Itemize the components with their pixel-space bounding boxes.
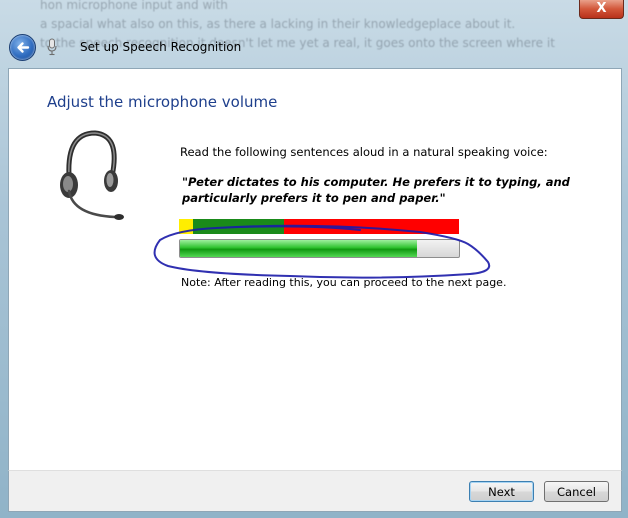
annotation-scribble <box>153 224 491 279</box>
window-frame: hon microphone input and with a spacial … <box>0 0 628 518</box>
